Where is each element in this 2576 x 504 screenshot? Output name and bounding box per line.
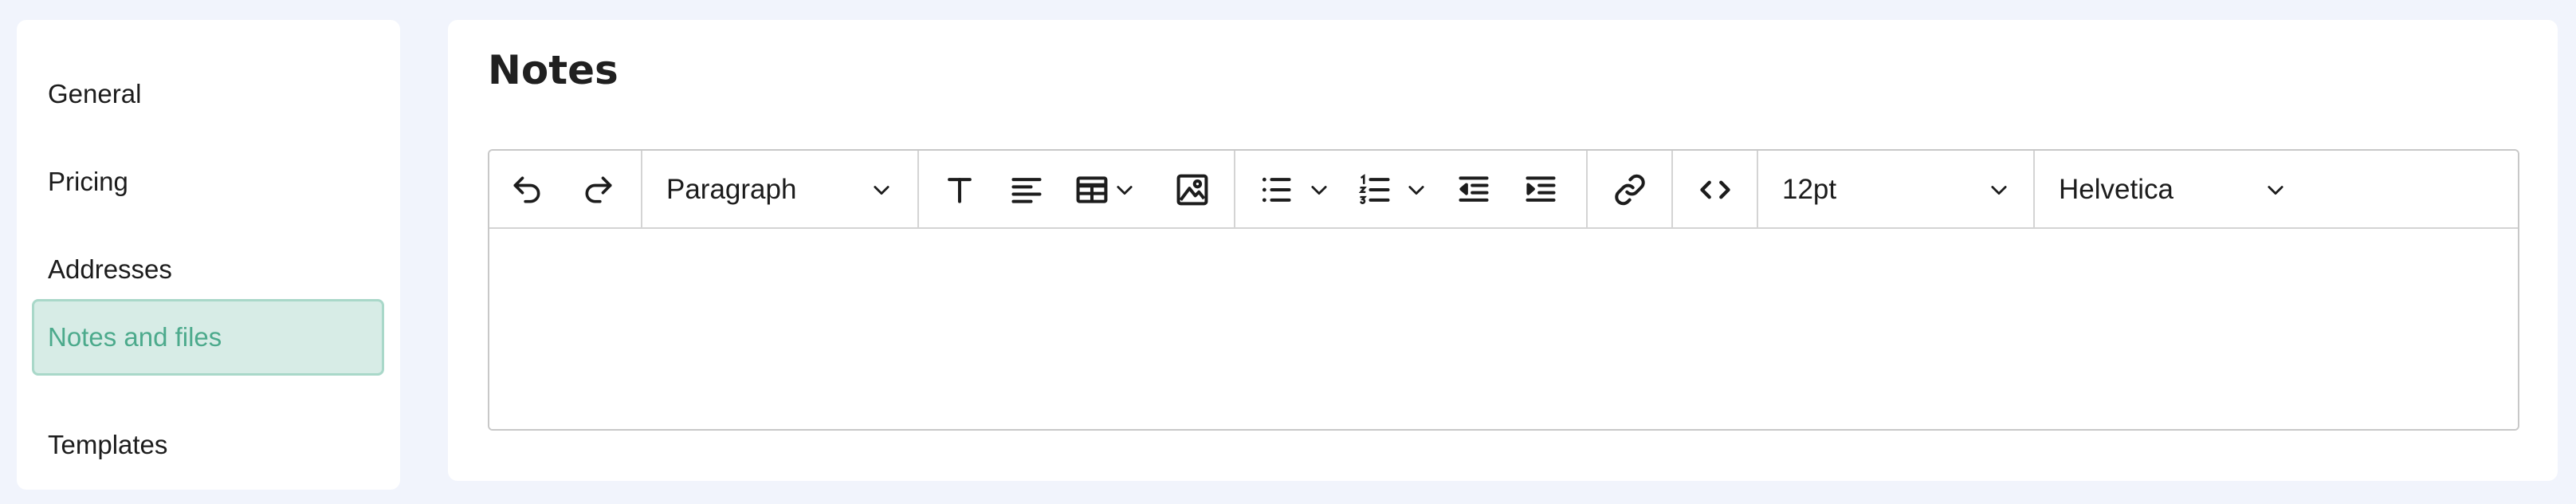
font-family-value: Helvetica — [2059, 174, 2174, 205]
outdent-icon — [1459, 176, 1489, 202]
sidebar-item-notes-and-files[interactable]: Notes and files — [32, 299, 384, 376]
text-format-button[interactable] — [940, 170, 980, 210]
formatting-group — [919, 151, 1235, 227]
block-format-select[interactable]: Paragraph — [642, 151, 919, 227]
bullet-list-button[interactable] — [1256, 170, 1296, 210]
align-button[interactable] — [1007, 170, 1046, 210]
chevron-down-icon — [870, 170, 893, 210]
sidebar-item-addresses[interactable]: Addresses — [32, 231, 384, 308]
numbered-list-button[interactable] — [1355, 170, 1395, 210]
editor-content-area[interactable] — [489, 229, 2518, 429]
code-icon — [1700, 180, 1730, 199]
redo-icon — [585, 176, 612, 203]
outdent-button[interactable] — [1454, 170, 1494, 210]
link-button[interactable] — [1610, 170, 1650, 210]
page-title: Notes — [488, 47, 618, 93]
table-button[interactable] — [1072, 170, 1112, 210]
sidebar-item-pricing[interactable]: Pricing — [32, 144, 384, 220]
link-icon — [1615, 174, 1645, 206]
source-code-button[interactable] — [1695, 170, 1735, 210]
numbered-list-chevron-down-icon[interactable] — [1404, 170, 1428, 210]
font-size-value: 12pt — [1782, 174, 1837, 205]
sidebar-item-templates[interactable]: Templates — [32, 407, 384, 483]
image-button[interactable] — [1172, 170, 1212, 210]
link-group — [1588, 151, 1673, 227]
history-group — [489, 151, 642, 227]
notes-panel: Notes Paragraph 12pt Helvetica — [448, 20, 2558, 481]
table-icon — [1076, 176, 1108, 203]
block-format-value: Paragraph — [666, 174, 797, 205]
code-group — [1673, 151, 1758, 227]
list-group — [1235, 151, 1588, 227]
sidebar-item-general[interactable]: General — [32, 56, 384, 132]
bullet-list-icon — [1262, 177, 1291, 203]
align-left-icon — [1011, 178, 1042, 203]
undo-icon — [513, 176, 540, 203]
font-size-chevron-down-icon — [1987, 170, 2011, 210]
indent-button[interactable] — [1521, 170, 1561, 210]
sidebar: General Pricing Addresses Notes and file… — [17, 20, 400, 490]
numbered-list-icon — [1358, 174, 1390, 204]
indent-icon — [1526, 176, 1556, 202]
table-chevron-down-icon[interactable] — [1113, 170, 1137, 210]
rich-text-editor: Paragraph 12pt Helvetica — [488, 149, 2519, 431]
font-size-select[interactable]: 12pt — [1758, 151, 2035, 227]
undo-button[interactable] — [507, 170, 547, 210]
image-icon — [1176, 174, 1208, 206]
redo-button[interactable] — [579, 170, 618, 210]
text-format-icon — [948, 178, 972, 203]
bullet-list-chevron-down-icon[interactable] — [1307, 170, 1331, 210]
font-family-select[interactable]: Helvetica — [2035, 151, 2311, 227]
editor-toolbar: Paragraph 12pt Helvetica — [489, 151, 2518, 229]
font-family-chevron-down-icon — [2264, 170, 2287, 210]
